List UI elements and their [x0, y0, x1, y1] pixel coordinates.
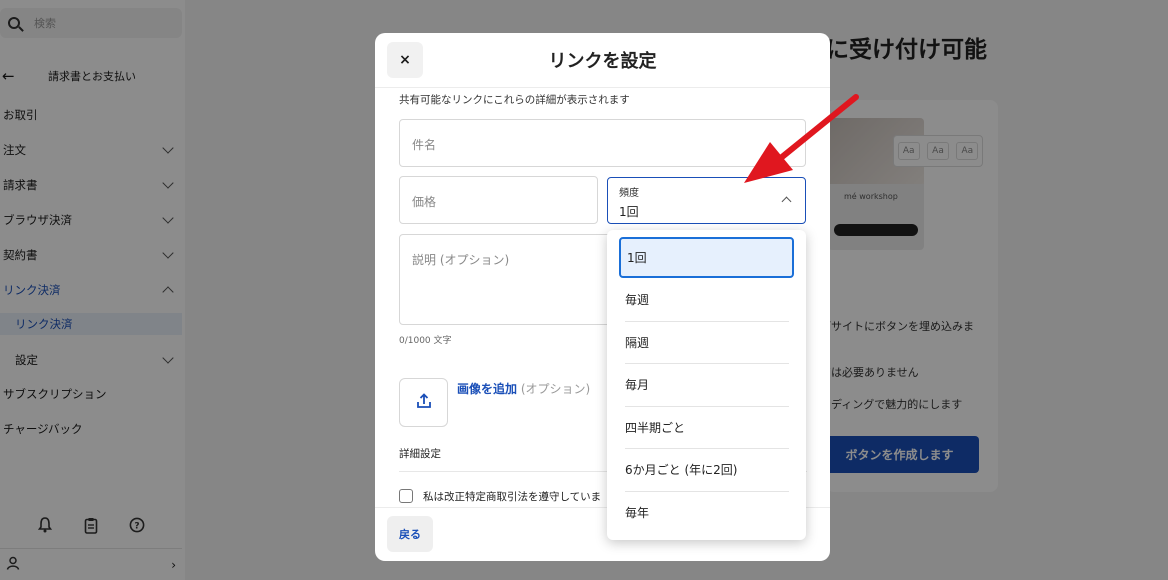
header-divider [375, 87, 830, 88]
frequency-option-quarterly[interactable]: 四半期ごと [619, 407, 794, 448]
frequency-select[interactable]: 頻度 1回 [607, 177, 806, 224]
subject-placeholder: 件名 [412, 138, 437, 152]
section-caption: 共有可能なリンクにこれらの詳細が表示されます [399, 94, 630, 106]
image-upload-button[interactable] [399, 378, 448, 427]
modal-header: × リンクを設定 [375, 33, 830, 88]
frequency-value: 1回 [619, 205, 639, 219]
add-image-link[interactable]: 画像を追加 [457, 382, 517, 396]
back-button[interactable]: 戻る [387, 516, 433, 552]
chevron-up-icon [781, 196, 792, 207]
description-placeholder: 説明 (オプション) [412, 253, 510, 267]
compliance-checkbox-label: 私は改正特定商取引法を遵守していま [423, 491, 602, 503]
upload-icon [416, 392, 432, 413]
add-image-row: 画像を追加 (オプション) [457, 380, 590, 397]
frequency-option-biweekly[interactable]: 隔週 [619, 322, 794, 363]
advanced-settings-label: 詳細設定 [399, 448, 441, 460]
frequency-dropdown: 1回 毎週 隔週 毎月 四半期ごと 6か月ごと (年に2回) 毎年 [607, 230, 806, 540]
frequency-option-monthly[interactable]: 毎月 [619, 364, 794, 405]
compliance-checkbox[interactable] [399, 489, 413, 503]
frequency-option-semiannual[interactable]: 6か月ごと (年に2回) [619, 449, 794, 490]
char-count: 0/1000 文字 [399, 336, 452, 346]
price-placeholder: 価格 [412, 195, 437, 209]
subject-input[interactable]: 件名 [399, 119, 806, 167]
frequency-option-yearly[interactable]: 毎年 [619, 492, 794, 533]
frequency-label: 頻度 [619, 188, 639, 199]
price-input[interactable]: 価格 [399, 176, 598, 224]
frequency-option-weekly[interactable]: 毎週 [619, 279, 794, 320]
add-image-optional: (オプション) [517, 382, 591, 396]
modal-title: リンクを設定 [548, 51, 657, 72]
frequency-option-once[interactable]: 1回 [619, 237, 794, 278]
